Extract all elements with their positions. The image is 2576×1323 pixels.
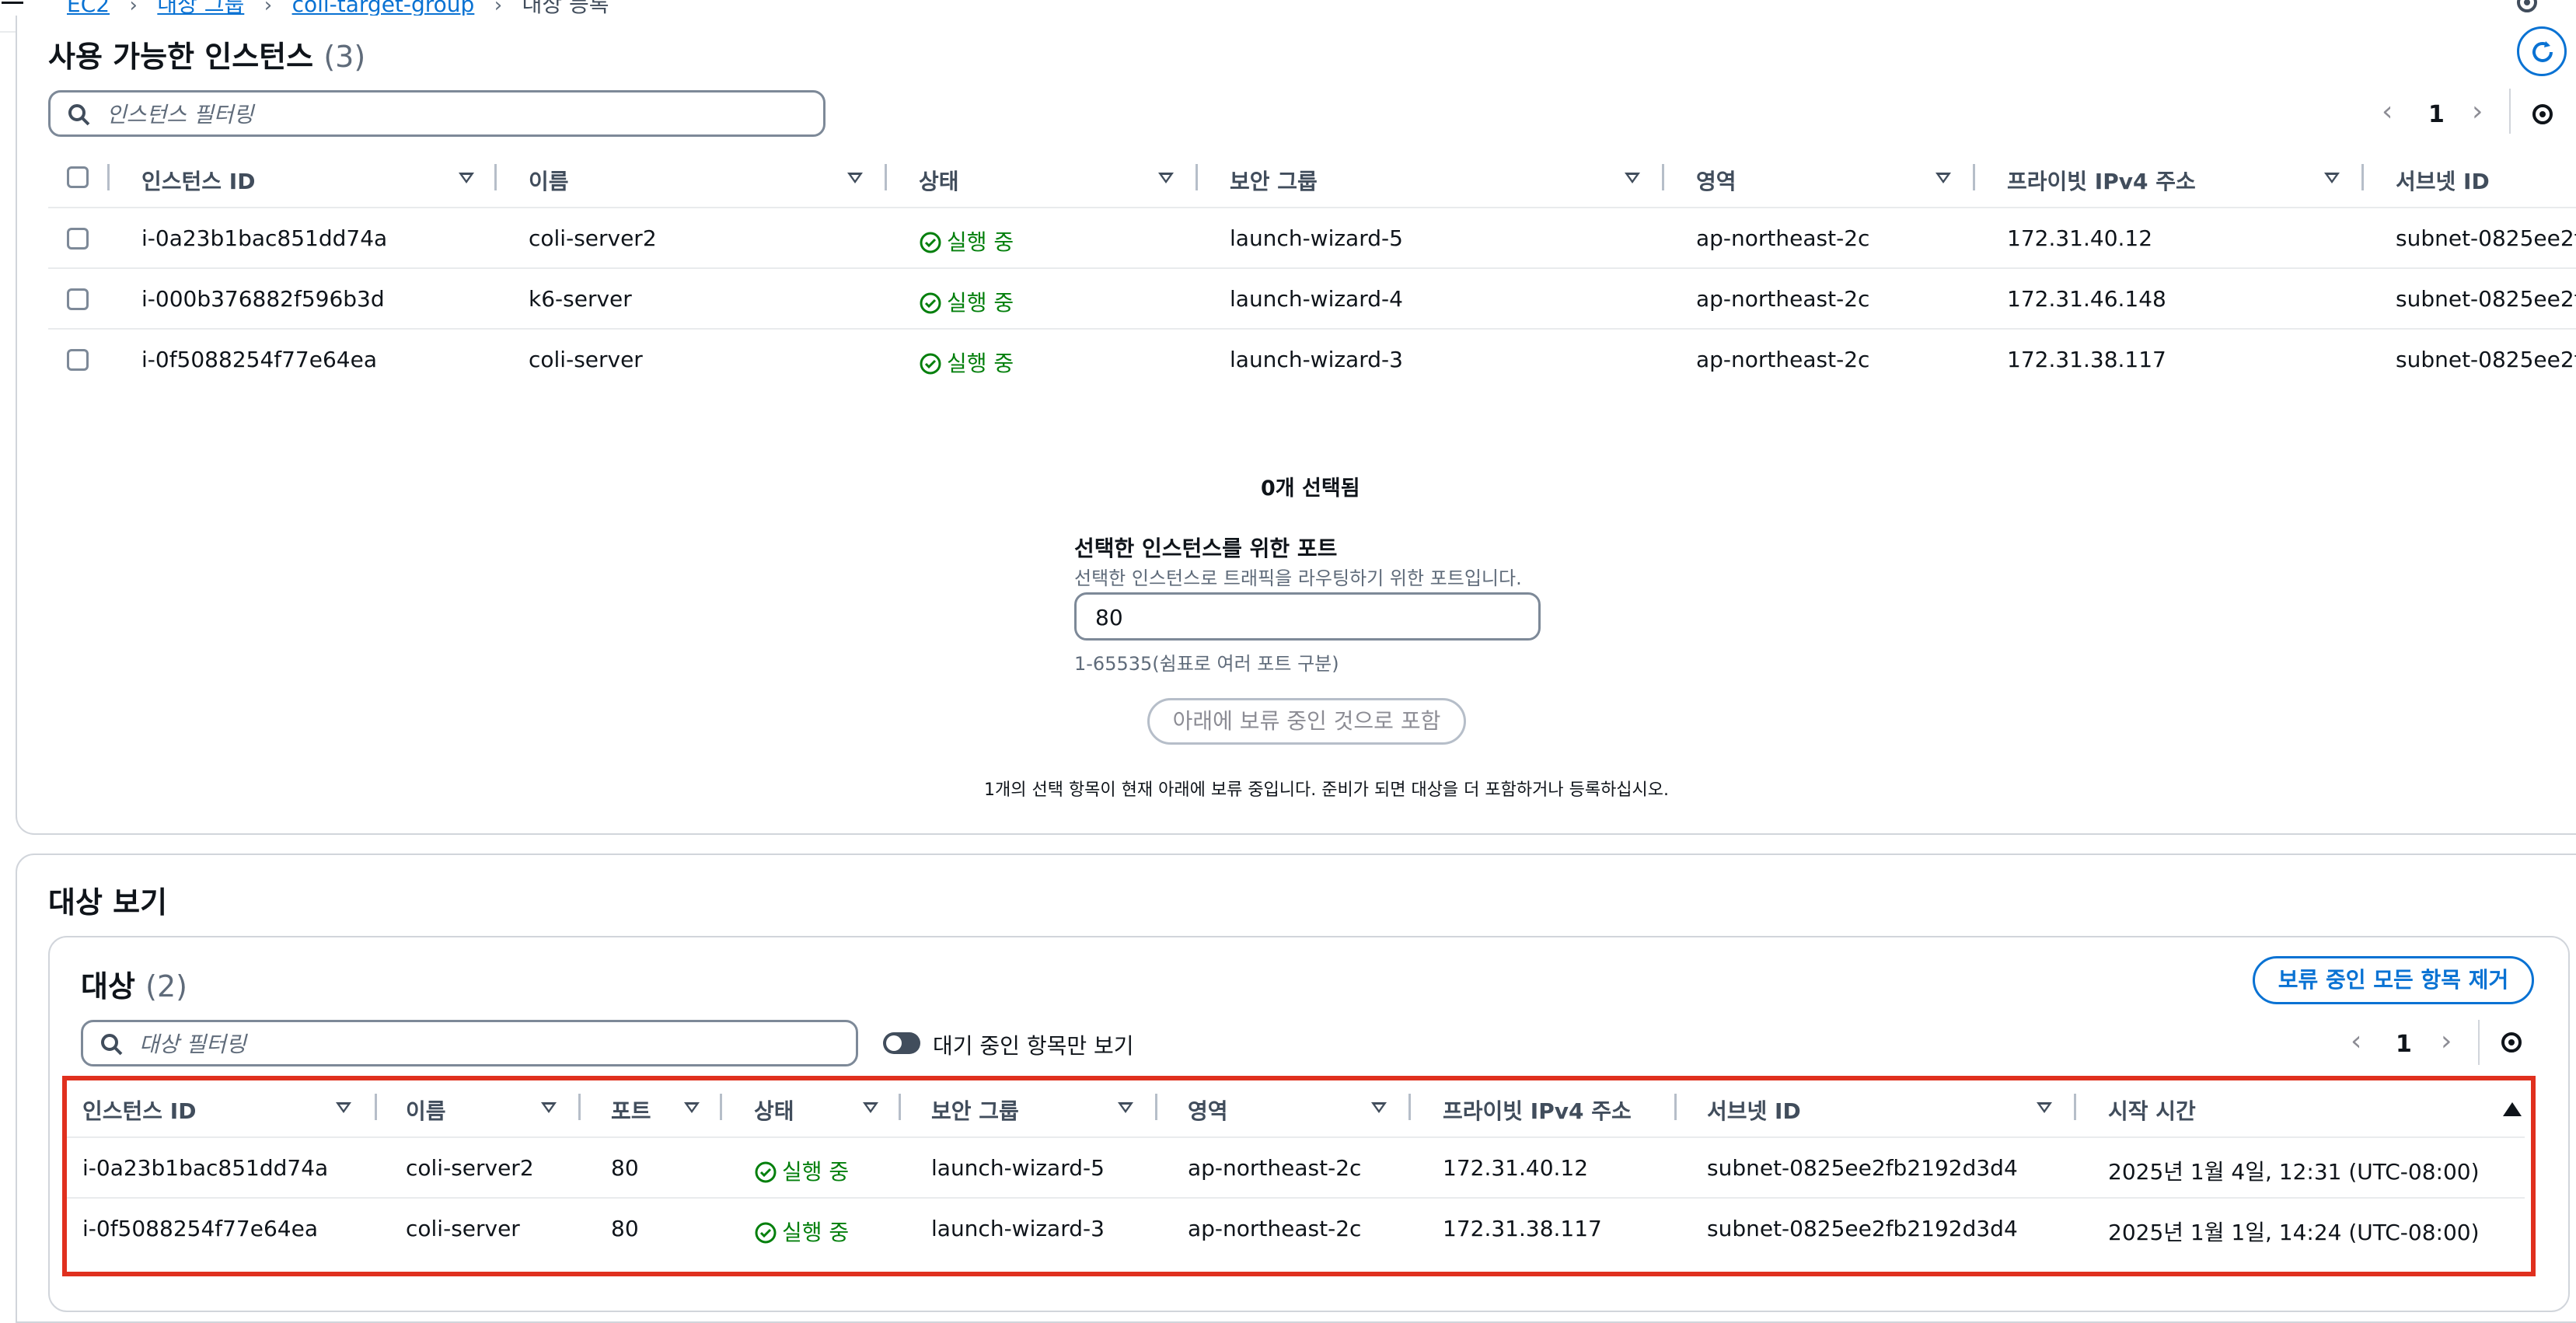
sort-caret-icon[interactable] <box>459 173 474 183</box>
divider <box>48 267 2576 269</box>
chevron-left-icon[interactable]: ‹ <box>2382 98 2393 126</box>
column-separator <box>107 164 110 190</box>
target-filter-field[interactable] <box>81 1020 858 1066</box>
column-header-subnet-id[interactable]: 서브넷 ID <box>2396 165 2490 196</box>
sort-caret-icon[interactable] <box>2324 173 2340 183</box>
settings-icon[interactable] <box>2529 101 2556 131</box>
include-as-pending-button[interactable]: 아래에 보류 중인 것으로 포함 <box>1147 698 1466 745</box>
port-description: 선택한 인스턴스로 트래픽을 라우팅하기 위한 포트입니다. <box>1074 567 1522 589</box>
row-checkbox[interactable] <box>67 228 89 250</box>
column-header-state[interactable]: 상태 <box>919 165 959 196</box>
check-circle-icon <box>920 353 941 375</box>
column-separator <box>1973 164 1975 190</box>
divider <box>48 207 2576 208</box>
selected-count: 0개 선택됨 <box>1261 476 1360 501</box>
column-header-instance-id[interactable]: 인스턴스 ID <box>141 165 255 196</box>
target-filter-input[interactable] <box>138 1022 843 1066</box>
column-header-zone[interactable]: 영역 <box>1696 165 1737 196</box>
divider <box>2478 1020 2480 1065</box>
port-input[interactable]: 80 <box>1074 592 1541 641</box>
security-group: launch-wizard-4 <box>1230 286 1403 312</box>
page-number[interactable]: 1 <box>2428 101 2445 128</box>
column-header-name[interactable]: 이름 <box>529 165 569 196</box>
subnet-id: subnet-0825ee2fb <box>2396 225 2576 251</box>
pending-only-toggle[interactable] <box>883 1032 920 1054</box>
highlight-box <box>62 1076 2536 1276</box>
column-separator <box>2361 164 2364 190</box>
row-checkbox[interactable] <box>67 349 89 371</box>
private-ip: 172.31.46.148 <box>2007 286 2166 312</box>
zone: ap-northeast-2c <box>1696 286 1870 312</box>
pending-note: 1개의 선택 항목이 현재 아래에 보류 중입니다. 준비가 되면 대상을 더 … <box>984 780 1670 800</box>
private-ip: 172.31.38.117 <box>2007 347 2166 372</box>
breadcrumb-separator-icon: › <box>481 0 515 17</box>
available-instances-count: (3) <box>323 40 366 74</box>
zone: ap-northeast-2c <box>1696 225 1870 251</box>
row-checkbox[interactable] <box>67 288 89 310</box>
sort-caret-icon[interactable] <box>1625 173 1640 183</box>
instance-name: k6-server <box>529 286 632 312</box>
chevron-left-icon[interactable]: ‹ <box>2351 1028 2361 1056</box>
select-all-checkbox[interactable] <box>67 166 89 188</box>
divider <box>48 328 2576 330</box>
page-number[interactable]: 1 <box>2396 1031 2412 1058</box>
column-separator <box>1662 164 1664 190</box>
targets-count: (2) <box>145 969 187 1004</box>
sort-caret-icon[interactable] <box>847 173 863 183</box>
divider <box>2509 89 2511 134</box>
chevron-right-icon[interactable]: › <box>2441 1028 2452 1056</box>
instance-id: i-0a23b1bac851dd74a <box>141 225 388 251</box>
port-value: 80 <box>1095 605 1123 630</box>
instance-filter-field[interactable] <box>48 90 826 137</box>
breadcrumb-current: 대상 등록 <box>522 0 609 17</box>
check-circle-icon <box>920 232 941 253</box>
targets-heading: 대상 (2) <box>81 969 187 1004</box>
instance-filter-input[interactable] <box>105 93 811 136</box>
menu-icon[interactable] <box>0 0 26 14</box>
instance-id: i-0f5088254f77e64ea <box>141 347 377 372</box>
column-header-security-group[interactable]: 보안 그룹 <box>1230 165 1318 196</box>
column-separator <box>494 164 497 190</box>
status-badge: 실행 중 <box>919 347 1014 378</box>
breadcrumb: EC2 › 대상 그룹 › coli-target-group › 대상 등록 <box>67 0 609 16</box>
instance-id: i-000b376882f596b3d <box>141 286 385 312</box>
port-hint: 1-65535(쉼표로 여러 포트 구분) <box>1074 653 1339 675</box>
sort-caret-icon[interactable] <box>1158 173 1174 183</box>
subnet-id: subnet-0825ee2fb <box>2396 347 2576 372</box>
column-separator <box>1196 164 1198 190</box>
refresh-button[interactable] <box>2517 26 2567 76</box>
private-ip: 172.31.40.12 <box>2007 225 2153 251</box>
search-icon <box>101 1034 123 1056</box>
settings-icon[interactable] <box>2498 1029 2525 1059</box>
chevron-right-icon[interactable]: › <box>2472 98 2483 126</box>
port-label: 선택한 인스턴스를 위한 포트 <box>1074 536 1338 561</box>
pending-only-label: 대기 중인 항목만 보기 <box>933 1033 1134 1059</box>
column-separator <box>885 164 887 190</box>
check-circle-icon <box>920 292 941 314</box>
available-instances-heading: 사용 가능한 인스턴스 (3) <box>48 40 366 74</box>
breadcrumb-target-groups[interactable]: 대상 그룹 <box>157 0 244 17</box>
instance-name: coli-server <box>529 347 643 372</box>
status-badge: 실행 중 <box>919 286 1014 317</box>
instance-name: coli-server2 <box>529 225 657 251</box>
breadcrumb-separator-icon: › <box>116 0 151 17</box>
search-icon <box>68 104 90 126</box>
breadcrumb-ec2[interactable]: EC2 <box>67 0 110 17</box>
security-group: launch-wizard-3 <box>1230 347 1403 372</box>
remove-all-pending-button[interactable]: 보류 중인 모든 항목 제거 <box>2253 956 2534 1004</box>
review-targets-heading: 대상 보기 <box>48 885 168 920</box>
column-header-private-ipv4[interactable]: 프라이빗 IPv4 주소 <box>2007 165 2196 196</box>
sort-caret-icon[interactable] <box>1935 173 1951 183</box>
breadcrumb-separator-icon: › <box>251 0 285 17</box>
security-group: launch-wizard-5 <box>1230 225 1403 251</box>
zone: ap-northeast-2c <box>1696 347 1870 372</box>
breadcrumb-target-group[interactable]: coli-target-group <box>292 0 475 17</box>
subnet-id: subnet-0825ee2fb <box>2396 286 2576 312</box>
status-badge: 실행 중 <box>919 225 1014 257</box>
refresh-icon <box>2532 41 2553 62</box>
